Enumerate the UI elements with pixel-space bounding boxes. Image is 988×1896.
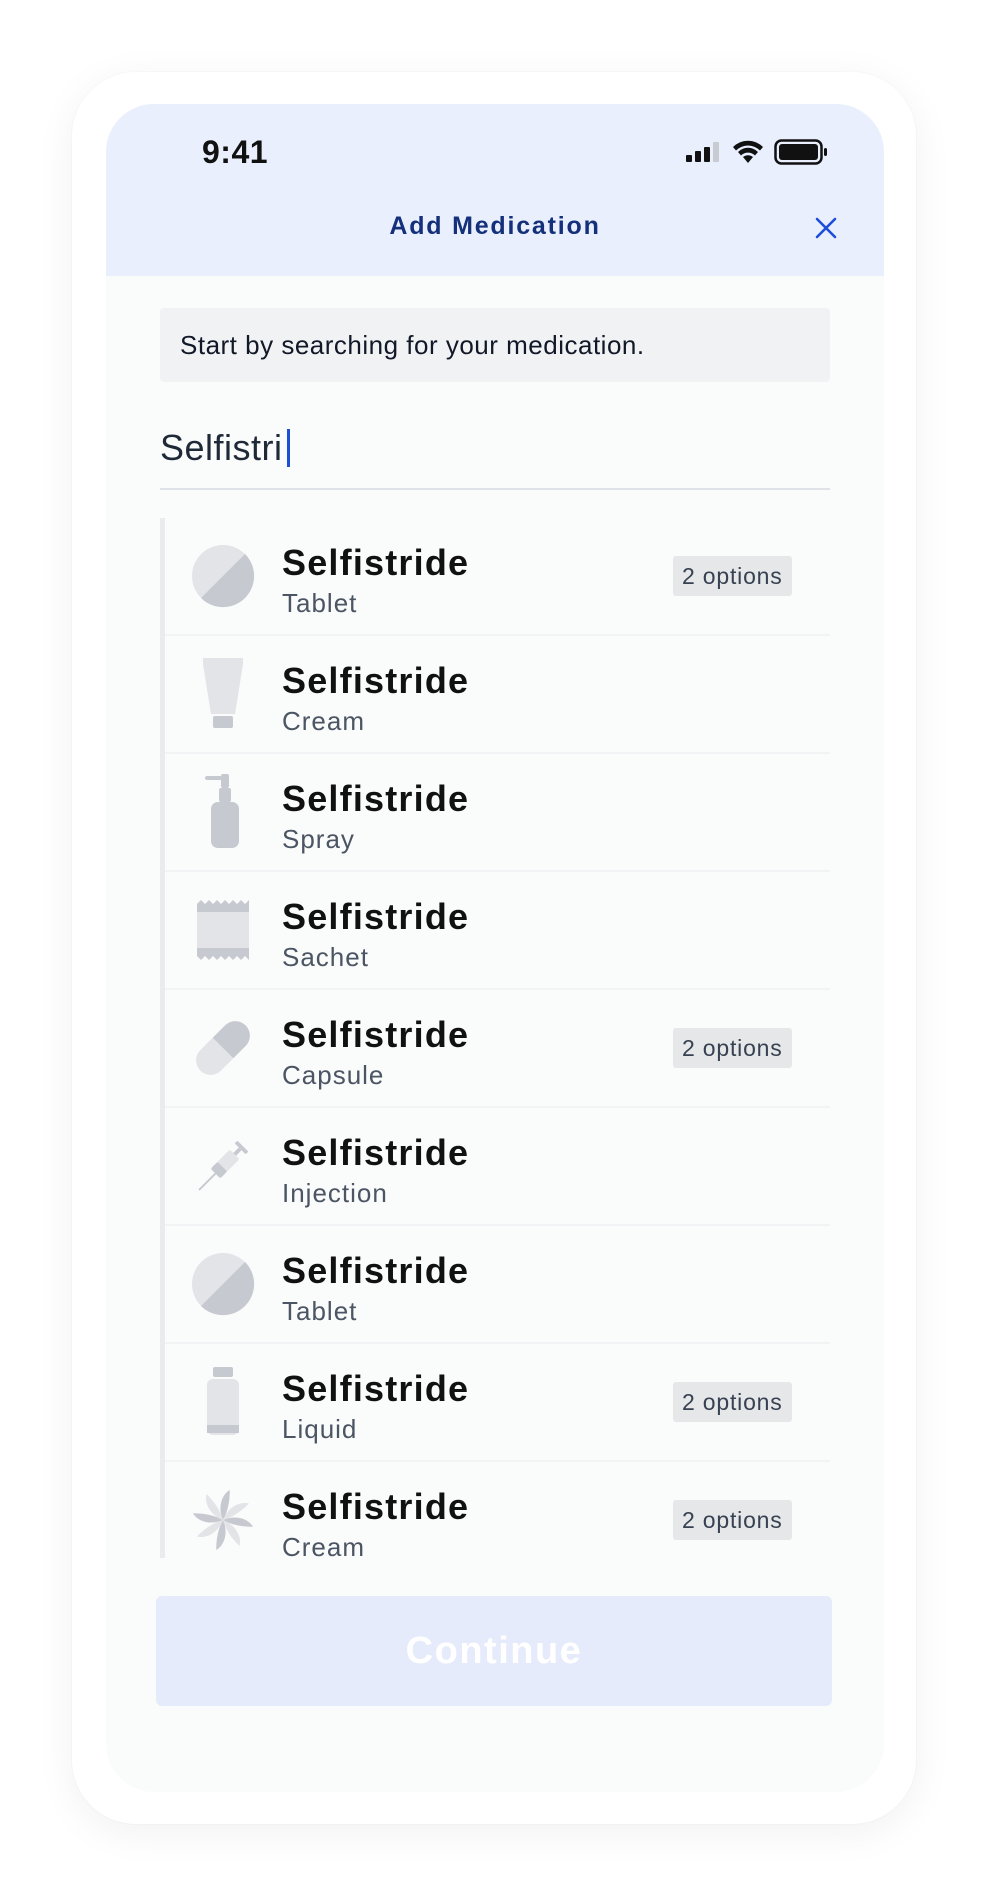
result-item[interactable]: Selfistride Tablet 2 options: [165, 518, 830, 636]
result-name: Selfistride: [282, 1014, 470, 1055]
result-form: Cream: [282, 1532, 366, 1558]
result-form: Injection: [282, 1178, 388, 1208]
continue-button[interactable]: Continue: [156, 1596, 832, 1706]
result-form: Liquid: [282, 1414, 358, 1444]
results-list: Selfistride Tablet 2 options Selfistride…: [160, 518, 830, 1558]
close-icon: [815, 217, 837, 239]
close-button[interactable]: [806, 208, 846, 248]
result-item[interactable]: Selfistride Spray: [165, 754, 830, 872]
result-item[interactable]: Selfistride Tablet: [165, 1226, 830, 1344]
result-item[interactable]: Selfistride Capsule 2 options: [165, 990, 830, 1108]
result-name: Selfistride: [282, 1250, 470, 1291]
capsule-icon: [191, 1016, 255, 1080]
result-item[interactable]: Selfistride Sachet: [165, 872, 830, 990]
search-field[interactable]: Selfistri: [160, 414, 830, 490]
result-name: Selfistride: [282, 542, 470, 583]
result-form: Spray: [282, 824, 355, 854]
header: 9:41 Add Medication: [106, 104, 884, 276]
tablet-icon: [191, 544, 255, 608]
result-item[interactable]: Selfistride Cream 2 options: [165, 1462, 830, 1558]
options-badge: 2 options: [673, 1382, 792, 1422]
options-badge: 2 options: [673, 1500, 792, 1540]
result-name: Selfistride: [282, 660, 470, 701]
wifi-icon: [733, 140, 763, 163]
options-badge: 2 options: [673, 1028, 792, 1068]
search-value: Selfistri: [160, 427, 283, 468]
result-form: Tablet: [282, 1296, 358, 1326]
signal-icon: [686, 142, 719, 162]
result-name: Selfistride: [282, 896, 470, 937]
tablet-icon: [191, 1252, 255, 1316]
result-form: Cream: [282, 706, 366, 736]
result-item[interactable]: Selfistride Cream: [165, 636, 830, 754]
phone-screen: 9:41 Add Medication Start by searching f…: [106, 104, 884, 1792]
result-form: Sachet: [282, 942, 369, 972]
result-form: Capsule: [282, 1060, 385, 1090]
sachet-icon: [191, 898, 255, 962]
result-name: Selfistride: [282, 1132, 470, 1173]
pinwheel-icon: [191, 1488, 255, 1552]
text-caret: [286, 429, 290, 467]
syringe-icon: [191, 1134, 255, 1198]
result-name: Selfistride: [282, 778, 470, 819]
status-time: 9:41: [202, 134, 269, 170]
battery-icon: [774, 139, 827, 165]
cream-tube-icon: [191, 658, 255, 728]
result-name: Selfistride: [282, 1486, 470, 1527]
result-form: Tablet: [282, 588, 358, 618]
search-hint: Start by searching for your medication.: [160, 308, 830, 382]
status-icons: [686, 138, 828, 166]
page-title: Add Medication: [389, 212, 601, 240]
search-input[interactable]: Selfistri: [160, 422, 290, 474]
result-name: Selfistride: [282, 1368, 470, 1409]
spray-bottle-icon: [191, 774, 255, 848]
options-badge: 2 options: [673, 556, 792, 596]
result-item[interactable]: Selfistride Liquid 2 options: [165, 1344, 830, 1462]
liquid-bottle-icon: [191, 1367, 255, 1435]
result-item[interactable]: Selfistride Injection: [165, 1108, 830, 1226]
